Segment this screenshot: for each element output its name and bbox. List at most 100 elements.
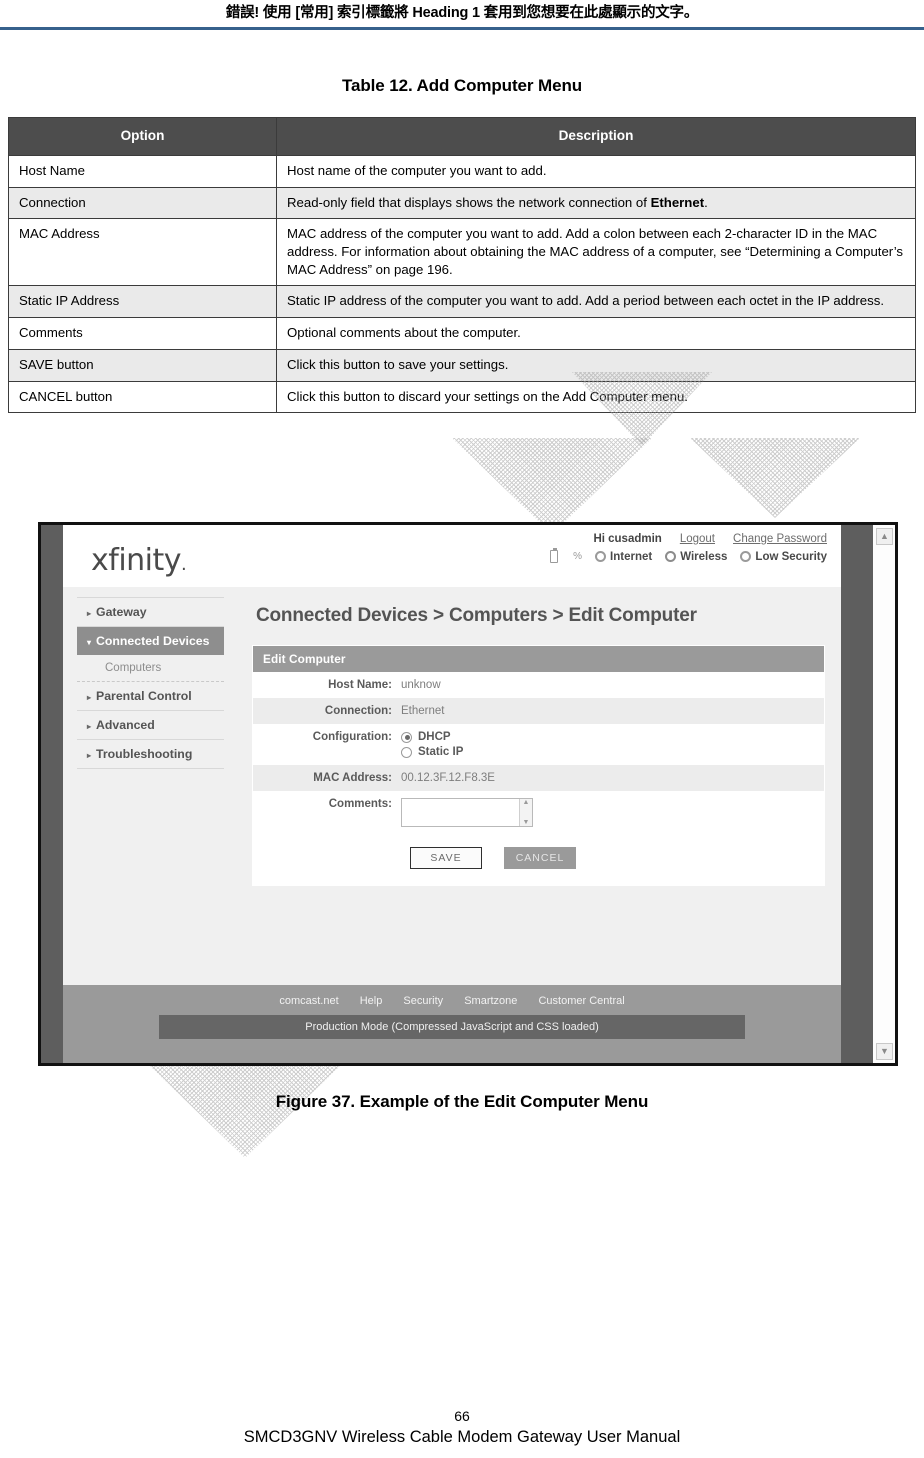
site-header: xfinity. Hi cusadmin Logout Change Passw… — [63, 525, 841, 587]
sidebar-item-parental-control[interactable]: ▸ Parental Control — [77, 682, 224, 711]
battery-icon — [550, 548, 559, 563]
sidebar-item-label: Troubleshooting — [96, 747, 193, 761]
connection-label: Connection: — [324, 705, 392, 717]
running-header-text: 錯誤! 使用 [常用] 索引標籤將 Heading 1 套用到您想要在此處顯示的… — [225, 5, 699, 21]
footer-link-smartzone[interactable]: Smartzone — [464, 995, 517, 1007]
add-computer-menu-table: Option Description Host Name Host name o… — [8, 117, 916, 414]
description-cell: MAC address of the computer you want to … — [276, 218, 916, 287]
chevron-down-icon: ▾ — [87, 638, 92, 647]
status-security-label: Low Security — [755, 550, 827, 563]
table-caption: Table 12. Add Computer Menu — [341, 76, 583, 95]
host-name-value: unknow — [401, 679, 441, 691]
sidebar-item-computers[interactable]: Computers — [77, 655, 224, 682]
table-row: Static IP Address Static IP address of t… — [8, 285, 916, 319]
document-footer-title: SMCD3GNV Wireless Cable Modem Gateway Us… — [243, 1428, 681, 1446]
option-cell: CANCEL button — [8, 380, 277, 414]
chevron-right-icon: ▸ — [87, 751, 92, 760]
main-content: Connected Devices > Computers > Edit Com… — [238, 587, 841, 985]
sidebar-item-label: Parental Control — [96, 689, 192, 703]
site-footer: comcast.net Help Security Smartzone Cust… — [63, 985, 841, 1063]
field-row-mac-address: MAC Address: 00.12.3F.12.F8.3E — [253, 765, 824, 791]
scroll-down-icon[interactable]: ▼ — [523, 819, 530, 826]
document-running-header: 錯誤! 使用 [常用] 索引標籤將 Heading 1 套用到您想要在此處顯示的… — [0, 0, 924, 30]
sidebar-item-label: Advanced — [96, 718, 155, 732]
sidebar-item-connected-devices[interactable]: ▾ Connected Devices — [77, 627, 224, 655]
description-cell: Click this button to save your settings. — [276, 348, 916, 382]
chevron-right-icon: ▸ — [87, 722, 92, 731]
radio-label-dhcp: DHCP — [418, 731, 451, 743]
sidebar-subitem-label: Computers — [105, 662, 162, 674]
scroll-down-icon[interactable]: ▼ — [876, 1043, 893, 1060]
comments-label: Comments: — [328, 798, 392, 810]
sidebar-item-advanced[interactable]: ▸ Advanced — [77, 711, 224, 740]
change-password-link[interactable]: Change Password — [733, 533, 827, 545]
radio-option-static-ip[interactable]: Static IP — [401, 746, 463, 758]
mac-address-value: 00.12.3F.12.F8.3E — [401, 772, 495, 784]
vertical-scrollbar[interactable]: ▲ ▼ — [873, 525, 895, 1063]
window-left-band — [41, 525, 63, 1063]
status-internet[interactable]: Internet — [595, 551, 652, 563]
table-header-row: Option Description — [8, 117, 916, 156]
scroll-up-icon[interactable]: ▲ — [523, 799, 530, 806]
host-name-label: Host Name: — [328, 679, 392, 691]
option-cell: Static IP Address — [8, 285, 277, 319]
window-right-band — [841, 525, 873, 1063]
table-row: Comments Optional comments about the com… — [8, 317, 916, 350]
radio-icon[interactable] — [401, 731, 412, 743]
description-emphasis: Ethernet — [650, 194, 705, 210]
option-cell: Comments — [8, 317, 277, 350]
watermark-decoration — [150, 1066, 340, 1158]
web-page-viewport: xfinity. Hi cusadmin Logout Change Passw… — [63, 525, 841, 1063]
description-cell: Optional comments about the computer. — [276, 317, 916, 350]
field-row-configuration: Configuration: DHCP Static IP — [253, 724, 824, 765]
description-text-pre: Read-only field that displays shows the … — [287, 194, 651, 210]
comments-scrollbar[interactable]: ▲ ▼ — [519, 799, 532, 826]
description-cell: Static IP address of the computer you wa… — [276, 285, 916, 319]
footer-link-security[interactable]: Security — [403, 995, 443, 1007]
sidebar-item-gateway[interactable]: ▸ Gateway — [77, 597, 224, 627]
save-button[interactable]: SAVE — [410, 847, 482, 869]
edit-computer-panel: Edit Computer Host Name: unknow Connecti… — [252, 645, 825, 886]
figure-screenshot: ▲ ▼ xfinity. Hi cusadmin Logout Change P… — [38, 522, 898, 1066]
watermark-decoration — [690, 438, 860, 518]
table-row: CANCEL button Click this button to disca… — [8, 380, 916, 414]
account-bar: Hi cusadmin Logout Change Password % Int… — [497, 533, 827, 563]
table-row: SAVE button Click this button to save yo… — [8, 348, 916, 382]
column-header-option: Option — [8, 117, 277, 156]
footer-link-help[interactable]: Help — [360, 995, 383, 1007]
scroll-up-icon[interactable]: ▲ — [876, 528, 893, 545]
column-header-description: Description — [276, 117, 916, 156]
status-wireless-label: Wireless — [680, 550, 728, 563]
cancel-button[interactable]: CANCEL — [504, 847, 576, 869]
chevron-right-icon: ▸ — [87, 609, 92, 618]
option-cell: MAC Address — [8, 218, 277, 287]
breadcrumb: Connected Devices > Computers > Edit Com… — [256, 605, 697, 626]
comments-textarea[interactable] — [401, 798, 533, 827]
panel-button-row: SAVE CANCEL — [253, 834, 824, 885]
production-mode-banner: Production Mode (Compressed JavaScript a… — [159, 1015, 745, 1039]
option-cell: SAVE button — [8, 348, 277, 382]
logout-link[interactable]: Logout — [680, 533, 715, 545]
status-internet-label: Internet — [610, 550, 653, 563]
radio-label-static-ip: Static IP — [418, 746, 464, 758]
sidebar-item-troubleshooting[interactable]: ▸ Troubleshooting — [77, 740, 224, 769]
table-row: Host Name Host name of the computer you … — [8, 155, 916, 188]
greeting-label: Hi cusadmin — [593, 533, 662, 545]
table-row: Connection Read-only field that displays… — [8, 186, 916, 220]
shield-icon — [740, 551, 752, 562]
status-wireless[interactable]: Wireless — [665, 551, 727, 563]
sidebar-item-label: Gateway — [96, 605, 147, 619]
option-cell: Host Name — [8, 155, 277, 188]
field-row-comments: Comments: ▲ ▼ — [253, 791, 824, 834]
mac-address-label: MAC Address: — [313, 772, 392, 784]
table-row: MAC Address MAC address of the computer … — [8, 218, 916, 287]
description-text-post: . — [704, 194, 708, 210]
radio-option-dhcp[interactable]: DHCP — [401, 731, 463, 743]
radio-icon[interactable] — [401, 746, 412, 758]
globe-icon — [595, 551, 607, 562]
option-cell: Connection — [8, 186, 277, 220]
description-cell: Click this button to discard your settin… — [276, 380, 916, 414]
status-security[interactable]: Low Security — [740, 551, 827, 563]
footer-link-customer-central[interactable]: Customer Central — [538, 995, 624, 1007]
footer-link-comcast[interactable]: comcast.net — [279, 995, 338, 1007]
